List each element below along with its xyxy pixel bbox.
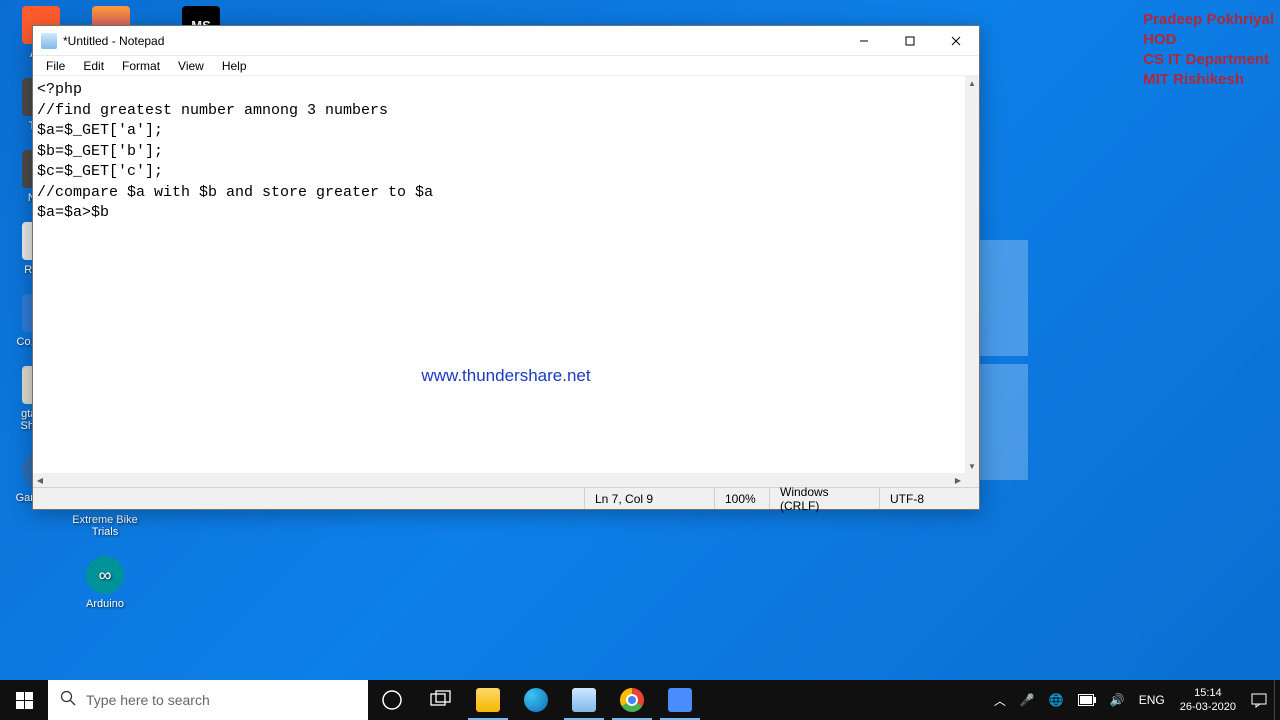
- vertical-scrollbar[interactable]: ▲▼: [965, 76, 979, 473]
- notepad-icon: [41, 33, 57, 49]
- chrome-icon: [620, 688, 644, 712]
- tray-microphone[interactable]: 🎤: [1013, 680, 1042, 720]
- notepad-window: *Untitled - Notepad File Edit Format Vie…: [32, 25, 980, 510]
- titlebar[interactable]: *Untitled - Notepad: [33, 26, 979, 56]
- recorder-watermark: www.thundershare.net: [421, 366, 590, 386]
- show-desktop-button[interactable]: [1274, 680, 1280, 720]
- status-line-ending: Windows (CRLF): [769, 488, 879, 509]
- taskbar-file-explorer[interactable]: [464, 680, 512, 720]
- tray-language[interactable]: ENG: [1132, 680, 1172, 720]
- globe-icon: 🌐: [1049, 693, 1064, 707]
- menu-bar: File Edit Format View Help: [33, 56, 979, 76]
- editor-body: <?php //find greatest number amnong 3 nu…: [33, 76, 979, 487]
- taskbar-notepad[interactable]: [560, 680, 608, 720]
- windows-icon: [16, 692, 33, 709]
- search-placeholder: Type here to search: [86, 692, 210, 708]
- wm-line: HOD: [1143, 30, 1274, 50]
- maximize-button[interactable]: [887, 26, 933, 56]
- close-button[interactable]: [933, 26, 979, 56]
- cortana-button[interactable]: [368, 680, 416, 720]
- folder-icon: [476, 688, 500, 712]
- tray-network[interactable]: 🌐: [1042, 680, 1071, 720]
- taskbar: Type here to search ︿ 🎤 🌐 🔊 ENG 15:14 26…: [0, 680, 1280, 720]
- wm-line: CS IT Department: [1143, 50, 1274, 70]
- notification-icon: [1251, 692, 1267, 708]
- taskbar-edge[interactable]: [512, 680, 560, 720]
- menu-file[interactable]: File: [37, 57, 74, 75]
- desktop-icon[interactable]: ∞Arduino: [70, 556, 140, 610]
- tray-notifications[interactable]: [1244, 680, 1274, 720]
- volume-icon: 🔊: [1110, 693, 1125, 707]
- notepad-icon: [572, 688, 596, 712]
- zoom-icon: [668, 688, 692, 712]
- system-tray: ︿ 🎤 🌐 🔊 ENG 15:14 26-03-2020: [987, 680, 1280, 720]
- scroll-right-icon[interactable]: ▶: [951, 473, 965, 487]
- wm-line: Pradeep Pokhriyal: [1143, 10, 1274, 30]
- tray-battery[interactable]: [1071, 680, 1103, 720]
- window-title: *Untitled - Notepad: [63, 34, 841, 48]
- menu-help[interactable]: Help: [213, 57, 256, 75]
- tray-chevron-up[interactable]: ︿: [987, 680, 1013, 720]
- minimize-button[interactable]: [841, 26, 887, 56]
- edge-icon: [524, 688, 548, 712]
- scroll-left-icon[interactable]: ◀: [33, 473, 47, 487]
- scroll-up-icon[interactable]: ▲: [965, 76, 979, 90]
- search-icon: [60, 690, 76, 711]
- horizontal-scrollbar[interactable]: ◀▶: [33, 473, 965, 487]
- task-view-button[interactable]: [416, 680, 464, 720]
- microphone-icon: 🎤: [1020, 693, 1035, 707]
- start-button[interactable]: [0, 680, 48, 720]
- tray-volume[interactable]: 🔊: [1103, 680, 1132, 720]
- chevron-up-icon: ︿: [994, 692, 1006, 709]
- author-watermark: Pradeep Pokhriyal HOD CS IT Department M…: [1143, 10, 1274, 90]
- clock-date: 26-03-2020: [1180, 700, 1236, 714]
- taskbar-zoom[interactable]: [656, 680, 704, 720]
- scroll-down-icon[interactable]: ▼: [965, 459, 979, 473]
- status-encoding: UTF-8: [879, 488, 979, 509]
- search-box[interactable]: Type here to search: [48, 680, 368, 720]
- menu-view[interactable]: View: [169, 57, 213, 75]
- menu-edit[interactable]: Edit: [74, 57, 113, 75]
- tray-clock[interactable]: 15:14 26-03-2020: [1172, 680, 1244, 720]
- battery-icon: [1078, 694, 1096, 706]
- taskbar-chrome[interactable]: [608, 680, 656, 720]
- clock-time: 15:14: [1194, 686, 1222, 700]
- text-area[interactable]: <?php //find greatest number amnong 3 nu…: [35, 78, 965, 473]
- status-cursor-pos: Ln 7, Col 9: [584, 488, 714, 509]
- menu-format[interactable]: Format: [113, 57, 169, 75]
- status-zoom: 100%: [714, 488, 769, 509]
- scrollbar-corner: [965, 473, 979, 487]
- status-bar: Ln 7, Col 9 100% Windows (CRLF) UTF-8: [33, 487, 979, 509]
- wm-line: MIT Rishikesh: [1143, 70, 1274, 90]
